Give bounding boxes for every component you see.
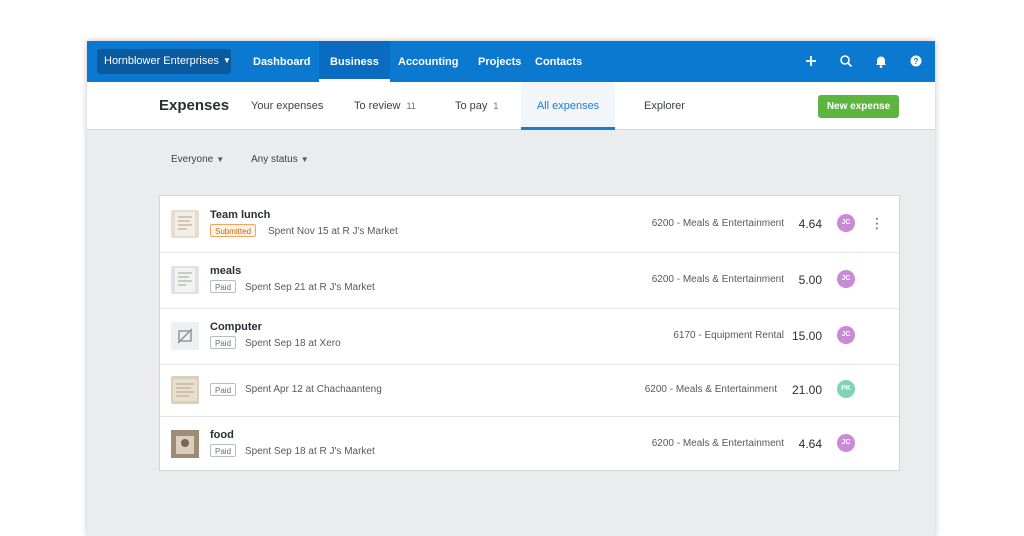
status-filter-dropdown[interactable]: Any status ▼: [251, 154, 309, 165]
expense-amount: 4.64: [798, 217, 822, 231]
xero-app-window: Hornblower Enterprises ▼ Dashboard Busine…: [87, 41, 935, 536]
tab-count: 1: [493, 101, 499, 111]
tab-explorer[interactable]: Explorer: [644, 82, 685, 129]
more-options-icon[interactable]: ⋮: [870, 215, 884, 231]
expense-spent-text: Spent Sep 18 at Xero: [245, 338, 341, 349]
avatar: JC: [837, 214, 855, 232]
expense-spent-text: Spent Apr 12 at Chachaanteng: [245, 384, 382, 395]
expense-amount: 21.00: [791, 383, 822, 397]
expense-title: food: [210, 429, 234, 441]
photo-thumbnail: [171, 430, 199, 458]
expense-title: Computer: [210, 321, 262, 333]
receipt-thumbnail: [171, 266, 199, 294]
tab-count: 11: [406, 101, 416, 111]
expense-account: 6200 - Meals & Entertainment: [644, 384, 777, 395]
tab-label: Your expenses: [251, 100, 324, 112]
expense-account: 6200 - Meals & Entertainment: [651, 218, 784, 229]
avatar: JC: [837, 434, 855, 452]
expense-amount: 5.00: [798, 273, 822, 287]
nav-projects[interactable]: Projects: [478, 41, 521, 82]
top-nav-bar: Hornblower Enterprises ▼ Dashboard Busine…: [87, 41, 935, 82]
bell-icon[interactable]: [872, 52, 890, 70]
expense-title: Team lunch: [210, 209, 271, 221]
tab-to-review[interactable]: To review 11: [354, 82, 416, 129]
expenses-header: Expenses Your expenses To review 11 To pa…: [87, 82, 935, 130]
expense-account: 6170 - Equipment Rental: [673, 330, 784, 341]
nav-dashboard[interactable]: Dashboard: [253, 41, 310, 82]
svg-text:?: ?: [914, 57, 919, 66]
expense-spent-text: Spent Nov 15 at R J's Market: [268, 226, 398, 237]
nav-business[interactable]: Business: [319, 41, 390, 82]
page-title: Expenses: [159, 97, 230, 114]
expense-spent-text: Spent Sep 18 at R J's Market: [245, 446, 375, 457]
status-filter-label: Any status: [251, 154, 298, 165]
avatar: JC: [837, 326, 855, 344]
expense-list: Team lunch Submitted Spent Nov 15 at R J…: [159, 195, 900, 471]
expense-amount: 15.00: [791, 329, 822, 343]
expense-row[interactable]: meals Paid Spent Sep 21 at R J's Market …: [160, 252, 899, 309]
chevron-down-icon: ▼: [216, 155, 225, 164]
receipt-thumbnail: [171, 210, 199, 238]
org-name: Hornblower Enterprises: [104, 55, 219, 67]
avatar: JC: [837, 270, 855, 288]
expense-amount: 4.64: [798, 437, 822, 451]
expense-account: 6200 - Meals & Entertainment: [651, 274, 784, 285]
help-icon[interactable]: ?: [907, 52, 925, 70]
status-badge: Submitted: [210, 224, 257, 237]
tab-to-pay[interactable]: To pay 1: [455, 82, 498, 129]
expense-row[interactable]: Paid Spent Apr 12 at Chachaanteng 6200 -…: [160, 364, 899, 417]
expense-row[interactable]: Team lunch Submitted Spent Nov 15 at R J…: [160, 196, 899, 253]
tab-label: All expenses: [536, 100, 600, 112]
tab-label: Explorer: [644, 100, 685, 112]
chevron-down-icon: ▼: [222, 56, 231, 65]
no-image-icon: [171, 322, 199, 350]
expense-spent-text: Spent Sep 21 at R J's Market: [245, 282, 375, 293]
expense-row[interactable]: Computer Paid Spent Sep 18 at Xero 6170 …: [160, 308, 899, 365]
search-icon[interactable]: [837, 52, 855, 70]
receipt-thumbnail: [171, 376, 199, 404]
status-badge: Paid: [210, 336, 237, 349]
tab-label: To review: [354, 100, 401, 112]
person-filter-label: Everyone: [171, 154, 214, 165]
expense-title: meals: [210, 265, 242, 277]
plus-icon[interactable]: [802, 52, 820, 70]
status-badge: Paid: [210, 280, 237, 293]
avatar: PK: [837, 380, 855, 398]
status-badge: Paid: [210, 444, 237, 457]
nav-contacts[interactable]: Contacts: [535, 41, 582, 82]
new-expense-button[interactable]: New expense: [818, 95, 899, 118]
tab-label: To pay: [455, 100, 488, 112]
org-switcher-button[interactable]: Hornblower Enterprises ▼: [97, 49, 231, 74]
nav-accounting[interactable]: Accounting: [398, 41, 459, 82]
status-badge: Paid: [210, 383, 237, 396]
tab-all-expenses[interactable]: All expenses: [521, 82, 615, 130]
tab-your-expenses[interactable]: Your expenses: [251, 82, 323, 129]
person-filter-dropdown[interactable]: Everyone ▼: [171, 154, 224, 165]
expense-row[interactable]: food Paid Spent Sep 18 at R J's Market 6…: [160, 416, 899, 470]
expense-account: 6200 - Meals & Entertainment: [651, 438, 784, 449]
chevron-down-icon: ▼: [300, 155, 309, 164]
